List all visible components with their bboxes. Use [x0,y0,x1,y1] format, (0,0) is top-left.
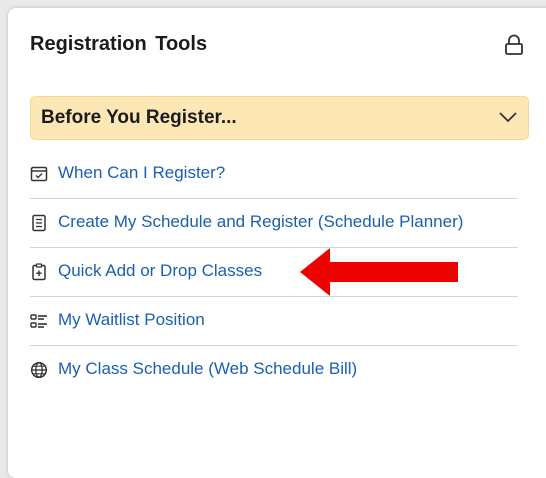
accordion-label: Before You Register... [41,107,237,128]
link-label[interactable]: Quick Add or Drop Classes [58,261,262,281]
link-waitlist-position[interactable]: My Waitlist Position [30,297,518,346]
link-create-my-schedule[interactable]: Create My Schedule and Register (Schedul… [30,199,518,248]
calendar-icon [30,166,48,182]
link-when-can-i-register[interactable]: When Can I Register? [30,150,518,199]
globe-icon [30,361,48,379]
chevron-down-icon [499,112,517,123]
document-list-icon [32,214,46,232]
link-class-schedule[interactable]: My Class Schedule (Web Schedule Bill) [30,346,518,395]
lock-icon[interactable] [504,34,524,56]
link-label[interactable]: When Can I Register? [58,163,225,183]
clipboard-add-icon [32,263,46,281]
link-label[interactable]: My Waitlist Position [58,310,205,330]
panel-title: Registration Tools [30,33,208,55]
registration-tools-panel: Registration Tools Before You Register..… [8,8,546,478]
red-arrow-annotation [300,248,458,296]
link-label[interactable]: Create My Schedule and Register (Schedul… [58,212,463,232]
link-label[interactable]: My Class Schedule (Web Schedule Bill) [58,359,357,379]
before-you-register-accordion[interactable]: Before You Register... [30,96,529,140]
checklist-icon [30,314,47,328]
